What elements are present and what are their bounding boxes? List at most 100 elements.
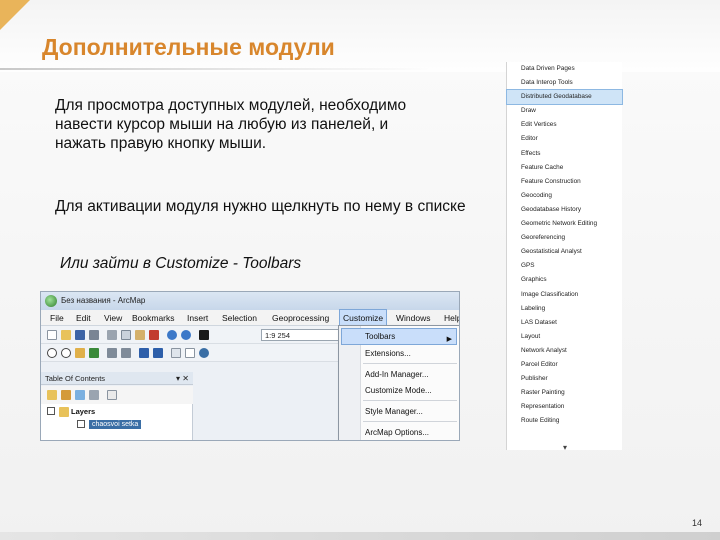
layers-folder-icon: [59, 407, 69, 417]
save-icon[interactable]: [75, 330, 85, 340]
toolbar-list-item[interactable]: Raster Painting: [507, 386, 622, 400]
toolbar-list-item[interactable]: Geocoding: [507, 189, 622, 203]
toc-toolbar: [41, 386, 193, 404]
toolbar-menu-items: Data Driven Pages Data Interop Tools Distr…: [506, 62, 623, 428]
add-data-icon[interactable]: [199, 330, 209, 340]
list-by-drawing-order-icon[interactable]: [47, 390, 57, 400]
toolbar-list-item[interactable]: Data Interop Tools: [507, 76, 622, 90]
paragraph-2: Для активации модуля нужно щелкнуть по н…: [55, 198, 466, 215]
toolbar-list-item[interactable]: Representation: [507, 400, 622, 414]
slide: Дополнительные модули Для просмотра дост…: [0, 0, 720, 540]
pan-icon[interactable]: [75, 348, 85, 358]
zoom-in-icon[interactable]: [47, 348, 57, 358]
menu-item-customize-mode[interactable]: Customize Mode...: [365, 386, 432, 395]
forward-extent-icon[interactable]: [153, 348, 163, 358]
menu-windows[interactable]: Windows: [393, 310, 433, 326]
menu-separator: [363, 363, 457, 364]
toolbar-context-menu: Data Driven Pages Data Interop Tools Distr…: [506, 62, 623, 452]
menu-edit[interactable]: Edit: [73, 310, 94, 326]
map-scale-field[interactable]: 1:9 254: [261, 329, 339, 341]
toolbar-list-item[interactable]: Geostatistical Analyst: [507, 245, 622, 259]
close-icon[interactable]: ▾ ✕: [176, 372, 189, 385]
expand-layers-icon[interactable]: [47, 407, 55, 415]
menu-item-style-manager[interactable]: Style Manager...: [365, 407, 423, 416]
menu-insert[interactable]: Insert: [184, 310, 211, 326]
toc-header: Table Of Contents ▾ ✕: [41, 372, 193, 385]
toolbar-list-item[interactable]: Feature Construction: [507, 175, 622, 189]
options-icon[interactable]: [107, 390, 117, 400]
open-folder-icon[interactable]: [61, 330, 71, 340]
menu-bookmarks[interactable]: Bookmarks: [129, 310, 178, 326]
layer-name[interactable]: chaosvoi setka: [89, 420, 142, 429]
toolbar-list-item[interactable]: Geometric Network Editing: [507, 217, 622, 231]
fixed-zoom-in-icon[interactable]: [107, 348, 117, 358]
customize-dropdown: Toolbars ▶ Extensions... Add-In Manager.…: [338, 325, 459, 440]
toolbar-list-item[interactable]: GPS: [507, 259, 622, 273]
page-number: 14: [692, 518, 703, 528]
cut-icon[interactable]: [107, 330, 117, 340]
undo-icon[interactable]: [167, 330, 177, 340]
toolbar-list-item[interactable]: Effects: [507, 147, 622, 161]
fixed-zoom-out-icon[interactable]: [121, 348, 131, 358]
menu-item-addin-manager[interactable]: Add-In Manager...: [365, 370, 429, 379]
paragraph-1: Для просмотра доступных модулей, необход…: [55, 97, 407, 152]
footer-bar: [0, 532, 720, 540]
paste-icon[interactable]: [135, 330, 145, 340]
menu-selection[interactable]: Selection: [219, 310, 260, 326]
list-by-selection-icon[interactable]: [89, 390, 99, 400]
toolbar-list-item[interactable]: LAS Dataset: [507, 316, 622, 330]
toolbar-list-item[interactable]: Layout: [507, 330, 622, 344]
copy-icon[interactable]: [121, 330, 131, 340]
menu-help[interactable]: Help: [441, 310, 459, 326]
toolbar-list-item[interactable]: Geodatabase History: [507, 203, 622, 217]
toc-title: Table Of Contents: [45, 374, 106, 383]
menu-item-extensions[interactable]: Extensions...: [365, 349, 411, 358]
redo-icon[interactable]: [181, 330, 191, 340]
menu-item-arcmap-options[interactable]: ArcMap Options...: [365, 428, 429, 437]
full-extent-icon[interactable]: [89, 348, 99, 358]
delete-icon[interactable]: [149, 330, 159, 340]
toolbar-list-item[interactable]: Edit Vertices: [507, 118, 622, 132]
select-features-icon[interactable]: [171, 348, 181, 358]
toolbar-list-item[interactable]: Editor: [507, 132, 622, 146]
window-titlebar: Без названия - ArcMap: [41, 292, 459, 310]
identify-icon[interactable]: [199, 348, 209, 358]
toolbar-list-item[interactable]: Draw: [507, 104, 622, 118]
paragraph-3: Или зайти в Customize - Toolbars: [60, 255, 302, 272]
arcmap-window: Без названия - ArcMap File Edit View Boo…: [40, 291, 460, 441]
window-title: Без названия - ArcMap: [61, 296, 146, 305]
menu-item-toolbars-label: Toolbars: [365, 332, 396, 341]
menu-bar: File Edit View Bookmarks Insert Selectio…: [41, 309, 459, 326]
toolbar-list-item[interactable]: Route Editing: [507, 414, 622, 428]
toolbar-list-item[interactable]: Feature Cache: [507, 161, 622, 175]
menu-geoprocessing[interactable]: Geoprocessing: [269, 310, 332, 326]
list-by-source-icon[interactable]: [61, 390, 71, 400]
zoom-out-icon[interactable]: [61, 348, 71, 358]
menu-file[interactable]: File: [47, 310, 67, 326]
menu-separator: [363, 400, 457, 401]
layer-visibility-checkbox[interactable]: [77, 420, 85, 428]
toc-tree: Layers chaosvoi setka: [41, 404, 193, 440]
menu-view[interactable]: View: [101, 310, 125, 326]
toolbar-list-item[interactable]: Distributed Geodatabase: [506, 89, 623, 106]
menu-customize[interactable]: Customize: [339, 309, 388, 326]
toolbar-list-item[interactable]: Georeferencing: [507, 231, 622, 245]
arcmap-logo-icon: [45, 295, 57, 307]
layers-label[interactable]: Layers: [71, 407, 95, 416]
more-arrow-icon[interactable]: ▾: [563, 443, 567, 452]
toolbar-list-item[interactable]: Image Classification: [507, 288, 622, 302]
menu-item-toolbars[interactable]: Toolbars ▶: [341, 328, 457, 345]
toolbar-list-item[interactable]: Network Analyst: [507, 344, 622, 358]
new-document-icon[interactable]: [47, 330, 57, 340]
list-by-visibility-icon[interactable]: [75, 390, 85, 400]
back-extent-icon[interactable]: [139, 348, 149, 358]
toolbar-list-item[interactable]: Data Driven Pages: [507, 62, 622, 76]
toolbar-list-item[interactable]: Labeling: [507, 302, 622, 316]
toolbar-list-item[interactable]: Publisher: [507, 372, 622, 386]
select-elements-icon[interactable]: [185, 348, 195, 358]
toolbar-list-item[interactable]: Graphics: [507, 273, 622, 287]
print-icon[interactable]: [89, 330, 99, 340]
toolbar-list-item[interactable]: Parcel Editor: [507, 358, 622, 372]
menu-separator: [363, 421, 457, 422]
corner-accent: [0, 0, 30, 30]
